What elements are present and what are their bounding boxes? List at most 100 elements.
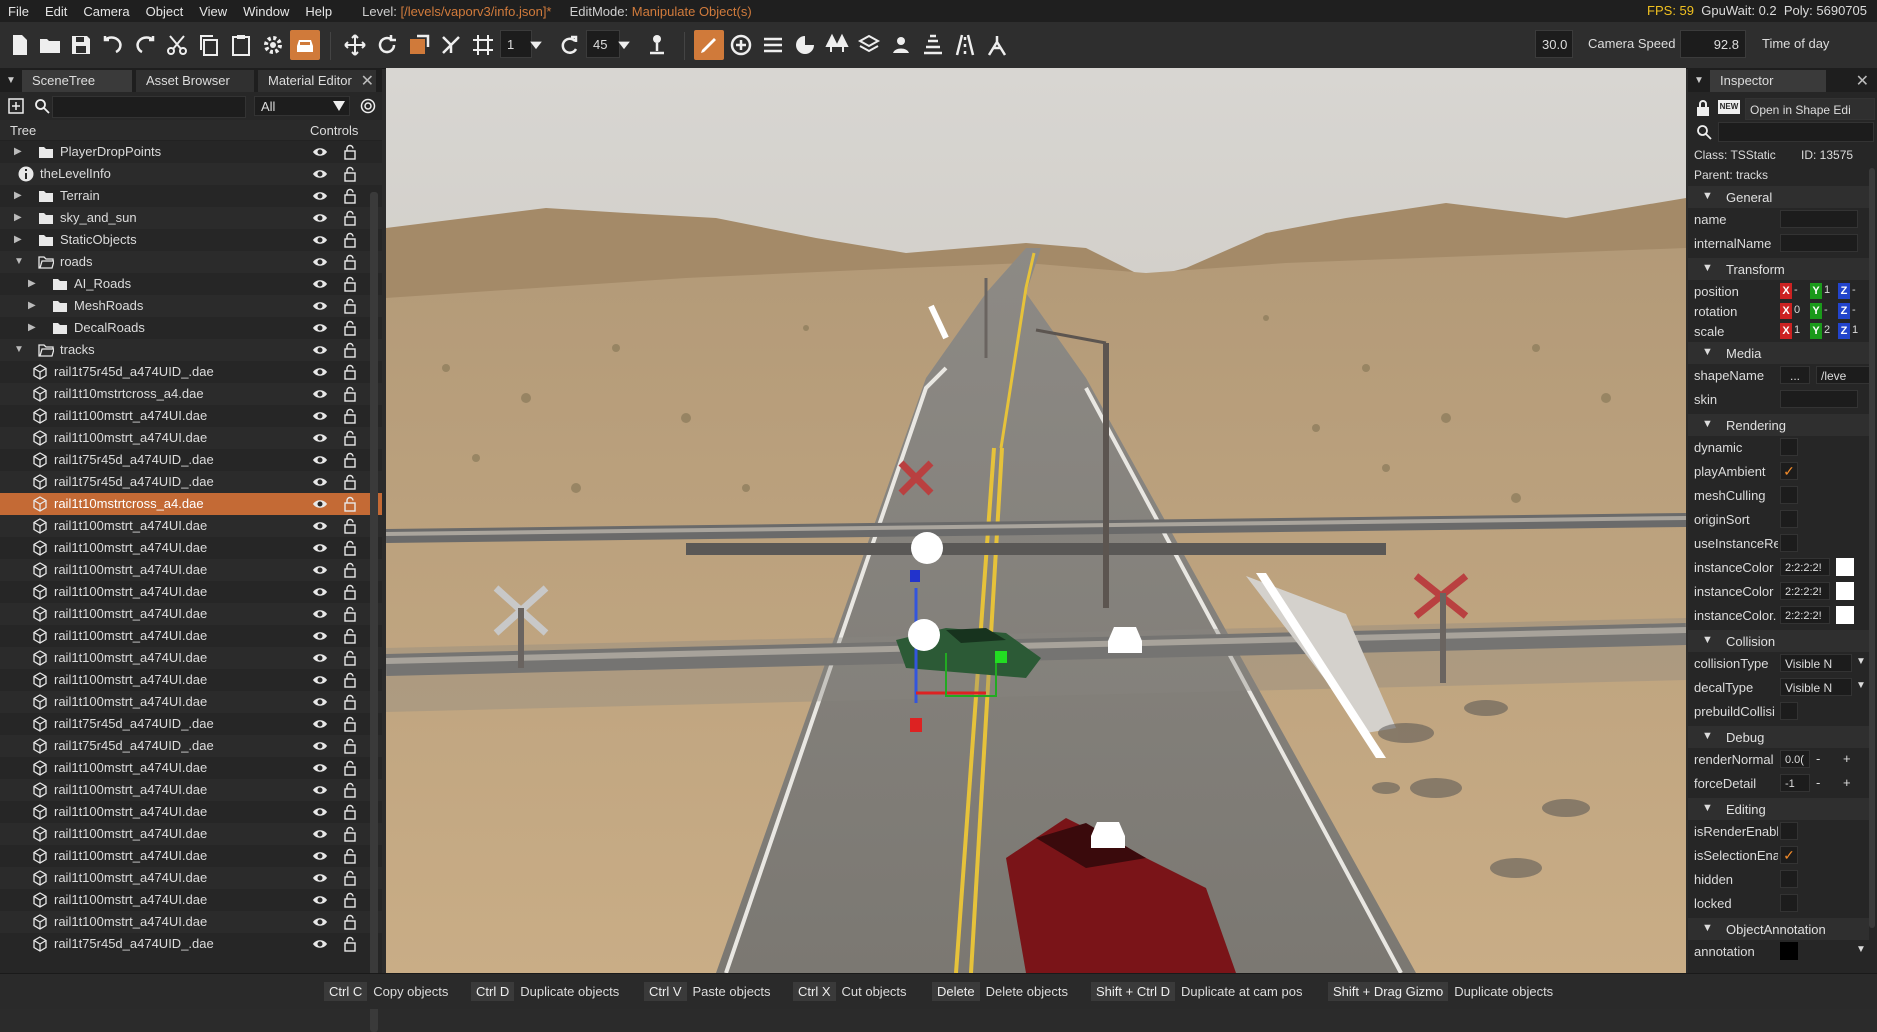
lock-icon[interactable] — [344, 760, 356, 776]
tree-row[interactable]: rail1t100mstrt_a474UI.dae — [0, 625, 382, 647]
tree-row[interactable]: ▶ MeshRoads — [0, 295, 382, 317]
tree-row[interactable]: rail1t10mstrtcross_a4.dae — [0, 493, 382, 515]
visibility-eye-icon[interactable] — [312, 190, 328, 202]
menu-help[interactable]: Help — [297, 4, 340, 19]
tree-row[interactable]: rail1t100mstrt_a474UI.dae — [0, 559, 382, 581]
lock-icon[interactable] — [344, 738, 356, 754]
increment-button[interactable]: + — [1843, 751, 1851, 766]
tree-row[interactable]: ▶ DecalRoads — [0, 317, 382, 339]
lock-icon[interactable] — [344, 188, 356, 204]
spawn-point-icon[interactable] — [886, 30, 916, 60]
chevron-right-icon[interactable]: ▶ — [28, 317, 36, 339]
target-icon[interactable] — [360, 98, 376, 114]
drop-to-ground-icon[interactable] — [642, 30, 672, 60]
visibility-eye-icon[interactable] — [312, 784, 328, 796]
search-input[interactable] — [52, 96, 246, 118]
time-of-day-input[interactable]: 92.8 — [1680, 30, 1746, 58]
chevron-right-icon[interactable]: ▶ — [14, 207, 22, 229]
menu-edit[interactable]: Edit — [37, 4, 75, 19]
tree-row[interactable]: ▶ AI_Roads — [0, 273, 382, 295]
tree-row[interactable]: rail1t100mstrt_a474UI.dae — [0, 405, 382, 427]
visibility-eye-icon[interactable] — [312, 300, 328, 312]
new-badge-icon[interactable]: NEW — [1718, 100, 1740, 114]
grid-snap-icon[interactable] — [468, 30, 498, 60]
grid-dropdown-icon[interactable] — [526, 30, 546, 60]
useinstancerender-checkbox[interactable] — [1780, 534, 1798, 552]
instancecolor-2-swatch[interactable] — [1836, 582, 1854, 600]
move-gizmo-icon[interactable] — [340, 30, 370, 60]
save-icon[interactable] — [66, 30, 96, 60]
open-in-shape-editor-button[interactable]: Open in Shape Edi — [1745, 98, 1875, 120]
forest-icon[interactable] — [822, 30, 852, 60]
visibility-eye-icon[interactable] — [312, 366, 328, 378]
lock-icon[interactable] — [344, 210, 356, 226]
vehicle-mode-icon[interactable] — [290, 30, 320, 60]
lock-icon[interactable] — [344, 408, 356, 424]
lock-icon[interactable] — [344, 870, 356, 886]
chevron-right-icon[interactable]: ▶ — [28, 273, 36, 295]
snap-vertex-icon[interactable] — [436, 30, 466, 60]
lock-icon[interactable] — [344, 320, 356, 336]
visibility-eye-icon[interactable] — [312, 872, 328, 884]
section-transform[interactable]: ▼ Transform — [1688, 258, 1869, 280]
tree-row[interactable]: rail1t75r45d_a474UID_.dae — [0, 933, 382, 955]
visibility-eye-icon[interactable] — [312, 168, 328, 180]
lock-icon[interactable] — [1696, 99, 1710, 117]
undo-icon[interactable] — [98, 30, 128, 60]
lock-icon[interactable] — [344, 496, 356, 512]
visibility-eye-icon[interactable] — [312, 410, 328, 422]
chevron-right-icon[interactable]: ▶ — [14, 185, 22, 207]
lock-icon[interactable] — [344, 166, 356, 182]
section-collision[interactable]: ▼ Collision — [1688, 630, 1869, 652]
scale-gizmo-icon[interactable] — [404, 30, 434, 60]
decaltype-dropdown[interactable]: Visible N — [1780, 678, 1852, 696]
lock-icon[interactable] — [344, 386, 356, 402]
lock-icon[interactable] — [344, 892, 356, 908]
visibility-eye-icon[interactable] — [312, 564, 328, 576]
close-icon[interactable]: ✕ — [361, 71, 374, 91]
chevron-right-icon[interactable]: ▶ — [28, 295, 36, 317]
section-rendering[interactable]: ▼ Rendering — [1688, 414, 1869, 436]
chevron-down-icon[interactable]: ▼ — [1856, 944, 1866, 955]
instancecolor-1-input[interactable]: 2:2:2:2! — [1780, 558, 1830, 576]
visibility-eye-icon[interactable] — [312, 916, 328, 928]
visibility-eye-icon[interactable] — [312, 652, 328, 664]
chevron-down-icon[interactable]: ▼ — [14, 251, 24, 273]
tree-row[interactable]: rail1t100mstrt_a474UI.dae — [0, 669, 382, 691]
skin-input[interactable] — [1780, 390, 1858, 408]
scene-render[interactable] — [386, 68, 1686, 973]
lock-icon[interactable] — [344, 474, 356, 490]
tree-row[interactable]: rail1t100mstrt_a474UI.dae — [0, 889, 382, 911]
mesh-road-icon[interactable] — [950, 30, 980, 60]
dynamic-checkbox[interactable] — [1780, 438, 1798, 456]
isrenderenabled-checkbox[interactable] — [1780, 822, 1798, 840]
tree-row[interactable]: rail1t100mstrt_a474UI.dae — [0, 867, 382, 889]
lock-icon[interactable] — [344, 650, 356, 666]
instancecolor-3-input[interactable]: 2:2:2:2! — [1780, 606, 1830, 624]
tree-row[interactable]: rail1t100mstrt_a474UI.dae — [0, 801, 382, 823]
forcedetail-input[interactable]: -1 — [1780, 774, 1810, 792]
tree-row[interactable]: rail1t75r45d_a474UID_.dae — [0, 471, 382, 493]
lock-icon[interactable] — [344, 936, 356, 952]
lock-icon[interactable] — [344, 914, 356, 930]
tree-row[interactable]: ▼ roads — [0, 251, 382, 273]
rotation-snap-icon[interactable] — [554, 30, 584, 60]
inspector-scrollbar[interactable] — [1869, 168, 1875, 928]
redo-icon[interactable] — [130, 30, 160, 60]
rotate-gizmo-icon[interactable] — [372, 30, 402, 60]
visibility-eye-icon[interactable] — [312, 674, 328, 686]
visibility-eye-icon[interactable] — [312, 212, 328, 224]
tab-material-editor[interactable]: Material Editor — [258, 70, 376, 92]
open-folder-icon[interactable] — [35, 30, 65, 60]
chevron-down-icon[interactable]: ▼ — [14, 339, 24, 361]
add-object-icon[interactable] — [726, 30, 756, 60]
tree-row[interactable]: rail1t100mstrt_a474UI.dae — [0, 845, 382, 867]
tree-row[interactable]: rail1t75r45d_a474UID_.dae — [0, 361, 382, 383]
lock-icon[interactable] — [344, 298, 356, 314]
lock-icon[interactable] — [344, 848, 356, 864]
tree-row[interactable]: rail1t100mstrt_a474UI.dae — [0, 911, 382, 933]
tree-row[interactable]: rail1t100mstrt_a474UI.dae — [0, 779, 382, 801]
visibility-eye-icon[interactable] — [312, 586, 328, 598]
tree-row[interactable]: rail1t75r45d_a474UID_.dae — [0, 735, 382, 757]
3d-viewport[interactable] — [386, 68, 1686, 973]
